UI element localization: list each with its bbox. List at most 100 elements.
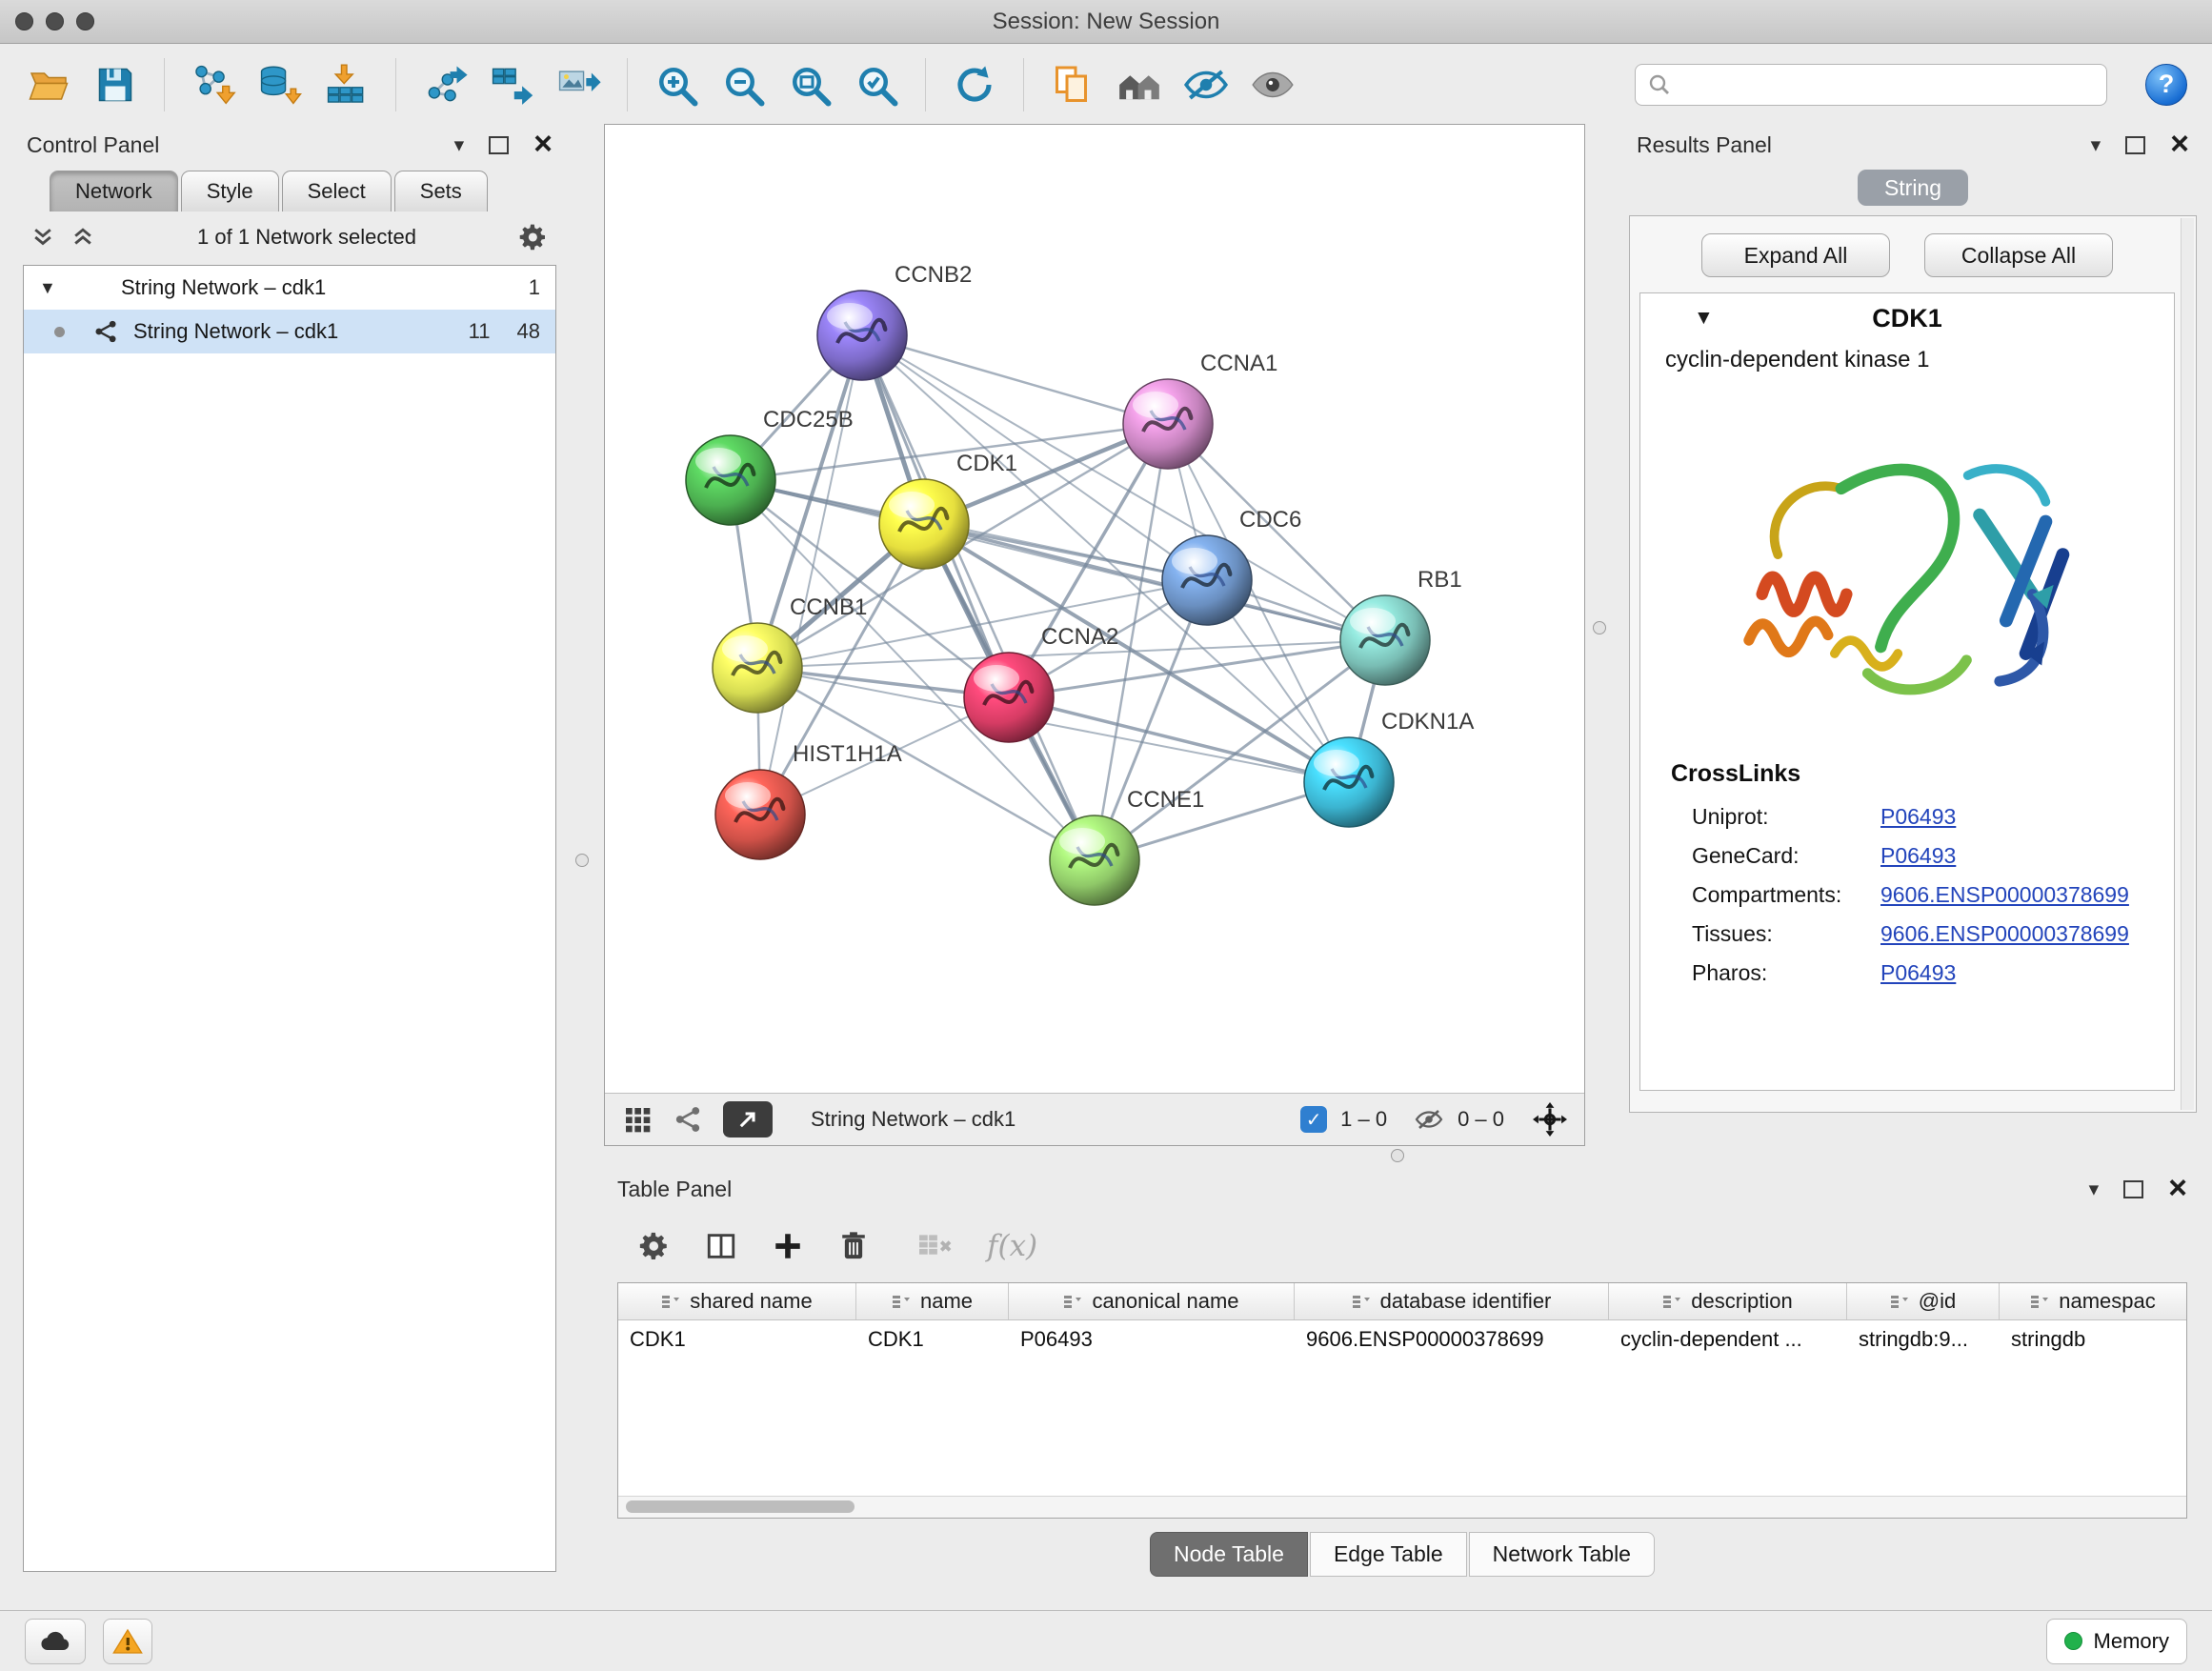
import-database-button[interactable]: [256, 61, 304, 109]
network-options-gear-icon[interactable]: [518, 222, 549, 252]
move-crosshair-icon[interactable]: [1533, 1102, 1567, 1137]
crosslink-link[interactable]: P06493: [1880, 804, 1956, 830]
duplicate-network-button[interactable]: [1049, 61, 1096, 109]
export-network-button[interactable]: [421, 61, 469, 109]
import-network-button[interactable]: [190, 61, 237, 109]
crosslink-link[interactable]: 9606.ENSP00000378699: [1880, 921, 2129, 947]
graph-node-RB1[interactable]: RB1: [1340, 567, 1462, 685]
tab-node-table[interactable]: Node Table: [1150, 1532, 1308, 1577]
delete-column-trash-icon[interactable]: [838, 1230, 869, 1262]
close-panel-icon[interactable]: ×: [2170, 131, 2189, 157]
window-close-icon[interactable]: [15, 12, 33, 30]
cloud-icon: [38, 1629, 72, 1654]
column-header[interactable]: @id: [1847, 1283, 2000, 1319]
maximize-panel-icon[interactable]: [2123, 1180, 2143, 1198]
vertical-splitter-handle[interactable]: [575, 854, 589, 867]
tab-string[interactable]: String: [1858, 170, 1968, 206]
table-settings-gear-icon[interactable]: [638, 1230, 671, 1262]
graph-node-CCNA1[interactable]: CCNA1: [1123, 351, 1277, 469]
import-table-button[interactable]: [323, 61, 371, 109]
tab-select[interactable]: Select: [282, 171, 392, 211]
float-panel-icon[interactable]: ▾: [2091, 133, 2101, 157]
selected-checkbox-icon[interactable]: ✓: [1300, 1106, 1327, 1133]
cloud-button[interactable]: [25, 1619, 86, 1664]
add-column-plus-icon[interactable]: [772, 1230, 804, 1262]
crosslink-link[interactable]: P06493: [1880, 960, 1956, 986]
collapse-all-button[interactable]: Collapse All: [1924, 233, 2113, 277]
graph-edge[interactable]: [862, 335, 1168, 424]
collapse-all-icon[interactable]: [30, 225, 55, 250]
graph-node-CDC6[interactable]: CDC6: [1162, 507, 1301, 625]
column-header[interactable]: name: [856, 1283, 1009, 1319]
export-image-button[interactable]: [554, 61, 602, 109]
network-collection-row[interactable]: ▼ String Network – cdk1 1: [24, 266, 555, 310]
node-label: CCNB2: [895, 262, 972, 288]
expand-all-button[interactable]: Expand All: [1701, 233, 1890, 277]
network-row-selected[interactable]: String Network – cdk1 11 48: [24, 310, 555, 353]
maximize-panel-icon[interactable]: [489, 136, 509, 154]
help-button[interactable]: ?: [2145, 64, 2187, 106]
tab-style[interactable]: Style: [181, 171, 279, 211]
tab-sets[interactable]: Sets: [394, 171, 488, 211]
column-header[interactable]: description: [1609, 1283, 1847, 1319]
expand-all-icon[interactable]: [70, 225, 95, 250]
crosslink-link[interactable]: 9606.ENSP00000378699: [1880, 882, 2129, 908]
apply-layout-button[interactable]: [951, 61, 998, 109]
zoom-out-button[interactable]: [719, 61, 767, 109]
collapse-section-icon[interactable]: ▼: [1694, 307, 1714, 330]
vertical-splitter-handle[interactable]: [1593, 621, 1606, 634]
results-scrollbar[interactable]: [2181, 218, 2194, 1110]
crosslink-link[interactable]: P06493: [1880, 843, 1956, 869]
graph-node-CCNB1[interactable]: CCNB1: [713, 594, 867, 713]
window-minimize-icon[interactable]: [46, 12, 64, 30]
show-all-button[interactable]: [1249, 61, 1297, 109]
graph-node-CCNE1[interactable]: CCNE1: [1050, 787, 1204, 905]
gene-card-header[interactable]: ▼ CDK1: [1640, 293, 2174, 343]
close-panel-icon[interactable]: ×: [2168, 1176, 2187, 1201]
network-graph[interactable]: CCNB2CCNA1CDC25BCDK1CDC6RB1CCNB1CCNA2CDK…: [605, 125, 1584, 1093]
zoom-fit-button[interactable]: [786, 61, 834, 109]
horizontal-splitter-handle[interactable]: [1391, 1149, 1404, 1162]
graph-node-CDK1[interactable]: CDK1: [879, 451, 1017, 569]
column-header[interactable]: namespac: [2000, 1283, 2186, 1319]
close-panel-icon[interactable]: ×: [533, 131, 553, 157]
column-header[interactable]: canonical name: [1009, 1283, 1295, 1319]
selection-status-text: 1 of 1 Network selected: [111, 225, 503, 250]
warnings-button[interactable]: [103, 1619, 152, 1664]
open-session-button[interactable]: [25, 61, 72, 109]
tree-expander-icon[interactable]: ▼: [39, 278, 71, 298]
graph-node-CDKN1A[interactable]: CDKN1A: [1304, 709, 1474, 827]
hide-selected-button[interactable]: [1182, 61, 1230, 109]
table-row[interactable]: CDK1 CDK1 P06493 9606.ENSP00000378699 cy…: [618, 1320, 2186, 1359]
birdseye-grid-icon[interactable]: [622, 1104, 653, 1135]
search-input[interactable]: [1635, 64, 2107, 106]
float-panel-icon[interactable]: ▾: [2089, 1178, 2100, 1201]
tab-network-table[interactable]: Network Table: [1469, 1532, 1655, 1577]
maximize-panel-icon[interactable]: [2125, 136, 2145, 154]
column-header[interactable]: shared name: [618, 1283, 856, 1319]
home-button[interactable]: [1116, 61, 1163, 109]
zoom-in-button[interactable]: [653, 61, 700, 109]
control-panel-header: Control Panel ▾ ×: [13, 124, 566, 166]
tab-edge-table[interactable]: Edge Table: [1310, 1532, 1467, 1577]
graph-node-HIST1H1A[interactable]: HIST1H1A: [715, 741, 902, 859]
hidden-eye-slash-icon[interactable]: [1414, 1107, 1444, 1132]
node-label: CCNA1: [1200, 351, 1277, 376]
tab-network[interactable]: Network: [50, 171, 178, 211]
float-panel-icon[interactable]: ▾: [454, 133, 465, 157]
graph-edge[interactable]: [862, 335, 1095, 860]
export-table-button[interactable]: [488, 61, 535, 109]
window-zoom-icon[interactable]: [76, 12, 94, 30]
column-header[interactable]: database identifier: [1295, 1283, 1609, 1319]
save-session-button[interactable]: [91, 61, 139, 109]
zoom-selected-button[interactable]: [853, 61, 900, 109]
network-share-icon: [93, 319, 118, 344]
graph-node-CCNB2[interactable]: CCNB2: [817, 262, 972, 380]
houses-icon: [1116, 63, 1163, 107]
show-columns-icon[interactable]: [705, 1230, 737, 1262]
memory-button[interactable]: Memory: [2046, 1619, 2187, 1664]
open-view-button[interactable]: [723, 1101, 773, 1137]
scrollbar-thumb[interactable]: [626, 1500, 855, 1513]
network-canvas[interactable]: CCNB2CCNA1CDC25BCDK1CDC6RB1CCNB1CCNA2CDK…: [605, 125, 1584, 1093]
graph-node-CDC25B[interactable]: CDC25B: [686, 407, 854, 525]
